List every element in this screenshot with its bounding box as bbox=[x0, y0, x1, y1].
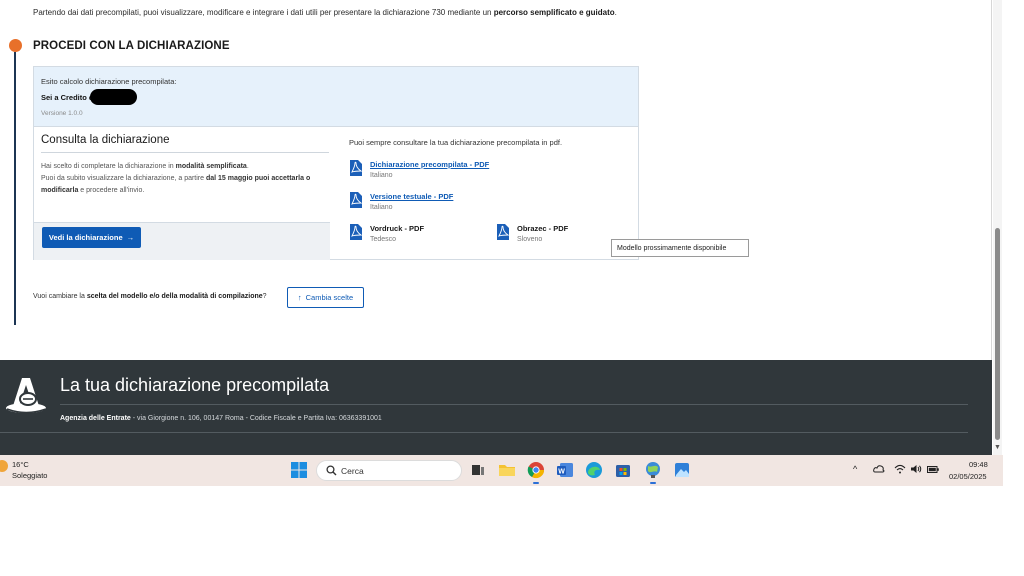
pdf-vordruck-title: Vordruck - PDF bbox=[370, 224, 425, 233]
consulta-title: Consulta la dichiarazione bbox=[41, 134, 170, 146]
pdf-item-vordruck: Vordruck - PDF Tedesco bbox=[349, 223, 469, 249]
active-app-indicator bbox=[650, 482, 656, 484]
search-icon bbox=[326, 465, 337, 476]
pdf-item-precompilata[interactable]: Dichiarazione precompilata - PDF Italian… bbox=[349, 159, 509, 185]
vedi-dichiarazione-button[interactable]: Vedi la dichiarazione → bbox=[42, 227, 141, 248]
wifi-icon[interactable] bbox=[894, 464, 906, 474]
microsoft-store-icon[interactable] bbox=[614, 461, 632, 479]
scroll-down-arrow-icon[interactable]: ▼ bbox=[994, 444, 1001, 451]
arrow-right-icon: → bbox=[126, 233, 135, 242]
tooltip: Modello prossimamente disponibile bbox=[611, 239, 749, 257]
redacted-amount bbox=[90, 89, 137, 105]
timeline-line bbox=[14, 52, 16, 325]
footer-title: La tua dichiarazione precompilata bbox=[60, 375, 330, 395]
search-placeholder: Cerca bbox=[341, 466, 364, 476]
site-footer: La tua dichiarazione precompilata Agenzi… bbox=[0, 360, 992, 455]
screen: Partendo dai dati precompilati, puoi vis… bbox=[0, 0, 1024, 576]
pdf-obrazec-title: Obrazec - PDF bbox=[517, 224, 569, 233]
cambia-scelte-label: Cambia scelte bbox=[305, 293, 354, 302]
windows-start-icon[interactable] bbox=[290, 461, 308, 479]
divider bbox=[60, 404, 968, 405]
intro-text: Partendo dai dati precompilati, puoi vis… bbox=[33, 8, 617, 17]
agenzia-entrate-logo bbox=[6, 378, 47, 414]
weather-temperature[interactable]: 16°C bbox=[12, 460, 29, 469]
cloud-sync-icon[interactable] bbox=[873, 464, 885, 474]
globe-app-icon[interactable] bbox=[644, 461, 662, 479]
clock-time[interactable]: 09:48 bbox=[969, 460, 988, 469]
consulta-panel: Consulta la dichiarazione Hai scelto di … bbox=[34, 127, 330, 260]
edge-icon[interactable] bbox=[585, 461, 603, 479]
taskbar-search[interactable]: Cerca bbox=[316, 460, 462, 481]
pdf-language: Italiano bbox=[370, 204, 393, 211]
vedi-dichiarazione-label: Vedi la dichiarazione bbox=[48, 233, 123, 242]
pdf-link-versione-testuale[interactable]: Versione testuale - PDF bbox=[370, 192, 453, 201]
pdf-file-icon bbox=[350, 160, 363, 176]
pdf-language: Italiano bbox=[370, 172, 393, 179]
vertical-scrollbar[interactable]: ▼ bbox=[993, 0, 1002, 455]
pdf-language: Sloveno bbox=[517, 236, 543, 243]
word-icon[interactable]: W bbox=[556, 461, 574, 479]
weather-description[interactable]: Soleggiato bbox=[12, 471, 47, 480]
pdf-file-icon bbox=[497, 224, 510, 240]
scrollbar-thumb[interactable] bbox=[995, 228, 1000, 440]
divider bbox=[41, 152, 329, 153]
pdf-file-icon bbox=[350, 192, 363, 208]
esito-label: Esito calcolo dichiarazione precompilata… bbox=[41, 77, 177, 86]
timeline-step-dot bbox=[9, 39, 22, 52]
chrome-icon[interactable] bbox=[527, 461, 545, 479]
pdf-file-icon bbox=[350, 224, 363, 240]
tray-chevron-icon[interactable]: ^ bbox=[853, 464, 857, 474]
active-app-indicator bbox=[533, 482, 539, 484]
version-label: Versione 1.0.0 bbox=[41, 110, 83, 117]
section-title: PROCEDI CON LA DICHIARAZIONE bbox=[33, 40, 230, 52]
photos-app-icon[interactable] bbox=[673, 461, 691, 479]
change-choice-text: Vuoi cambiare la scelta del modello e/o … bbox=[33, 293, 267, 300]
sun-icon[interactable] bbox=[0, 460, 8, 472]
windows-taskbar: 16°C Soleggiato Cerca W ^ 09:48 02/05/20… bbox=[0, 455, 1003, 486]
clock-date[interactable]: 02/05/2025 bbox=[949, 472, 987, 481]
divider bbox=[0, 432, 968, 433]
pdf-item-testuale[interactable]: Versione testuale - PDF Italiano bbox=[349, 191, 509, 217]
battery-icon[interactable] bbox=[927, 465, 939, 474]
pdf-panel: Puoi sempre consultare la tua dichiarazi… bbox=[330, 127, 638, 260]
esito-value: Sei a Credito di bbox=[41, 93, 96, 102]
pdf-language: Tedesco bbox=[370, 236, 397, 243]
pdf-item-obrazec: Obrazec - PDF Sloveno bbox=[496, 223, 616, 249]
consulta-description: Hai scelto di completare la dichiarazion… bbox=[41, 163, 311, 194]
cambia-scelte-button[interactable]: ↑ Cambia scelte bbox=[287, 287, 364, 308]
pdf-note: Puoi sempre consultare la tua dichiarazi… bbox=[349, 138, 563, 147]
footer-address: Agenzia delle Entrate - via Giorgione n.… bbox=[60, 415, 382, 422]
file-explorer-icon[interactable] bbox=[498, 461, 516, 479]
pdf-link-dichiarazione[interactable]: Dichiarazione precompilata - PDF bbox=[370, 160, 489, 169]
arrow-up-icon: ↑ bbox=[297, 293, 302, 302]
task-view-icon[interactable] bbox=[469, 461, 487, 479]
svg-text:W: W bbox=[558, 468, 565, 475]
volume-icon[interactable] bbox=[910, 464, 922, 474]
